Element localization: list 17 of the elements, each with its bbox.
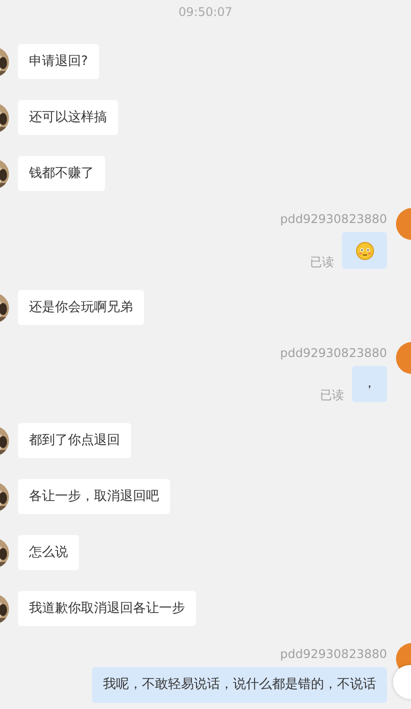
message-bubble: 还可以这样搞 (18, 100, 118, 135)
message-bubble: 钱都不赚了 (18, 156, 105, 191)
sender-name: pdd92930823880 (280, 346, 387, 360)
sender-name: pdd92930823880 (280, 647, 387, 661)
sender-name: pdd92930823880 (280, 212, 387, 226)
read-status: 已读 (320, 388, 344, 402)
message-bubble: 申请退回? (18, 44, 99, 79)
message-bubble: 怎么说 (18, 535, 79, 570)
message-bubble: 我呢，不敢轻易说话，说什么都是错的，不说话 (92, 667, 387, 703)
timestamp: 09:50:07 (178, 5, 232, 19)
message-bubble: 都到了你点退回 (18, 423, 131, 458)
message-bubble: 各让一步，取消退回吧 (18, 479, 170, 514)
read-status: 已读 (310, 255, 334, 269)
message-bubble: 还是你会玩啊兄弟 (18, 290, 144, 325)
message-bubble: ， (352, 366, 387, 402)
emoji-icon (356, 242, 374, 260)
message-bubble: 我道歉你取消退回各让一步 (18, 591, 196, 626)
